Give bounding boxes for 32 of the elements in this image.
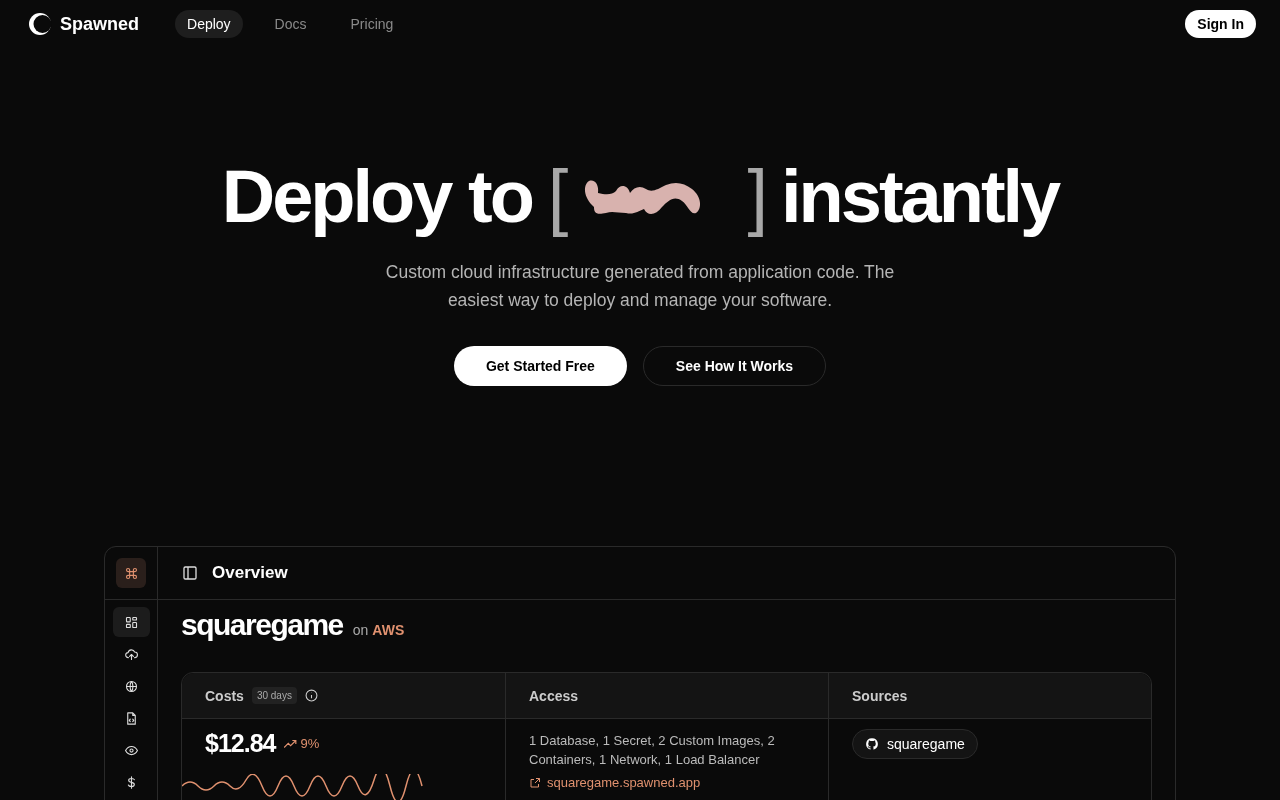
- column-title: Access: [529, 687, 579, 704]
- project-name: squaregame: [181, 608, 343, 642]
- command-icon: [123, 565, 139, 581]
- sidebar-toggle-icon[interactable]: [182, 565, 198, 581]
- grid-icon: [123, 614, 139, 630]
- page-title: Overview: [212, 563, 288, 583]
- provider-label: AWS: [372, 622, 405, 638]
- period-badge: 30 days: [251, 687, 297, 704]
- subtitle: Custom cloud infrastructure generated from application code. The easiest way to deploy and manage your software.: [384, 261, 896, 312]
- logo-icon: [28, 12, 52, 36]
- how-it-works-button[interactable]: See How It Works: [642, 346, 827, 386]
- repo-chip[interactable]: squaregame: [852, 729, 978, 759]
- on-label: on: [352, 622, 369, 638]
- resources-text: 1 Database, 1 Secret, 2 Custom Images, 2 Containers, 1 Network, 1 Load Balancer: [529, 732, 776, 769]
- cloud-icon: [123, 646, 139, 662]
- sign-in-button[interactable]: Sign In: [1185, 10, 1256, 38]
- nav-link[interactable]: Pricing: [338, 10, 406, 38]
- rail-item[interactable]: [112, 607, 150, 637]
- command-button[interactable]: [116, 558, 146, 588]
- column-title: Costs: [205, 687, 244, 704]
- get-started-button[interactable]: Get Started Free: [453, 346, 627, 386]
- globe-icon: [123, 678, 139, 694]
- cost-amount: $12.84: [205, 729, 276, 758]
- brand-name: Spawned: [60, 13, 139, 35]
- column-title: Sources: [852, 687, 908, 704]
- github-icon: [865, 737, 879, 751]
- external-link-icon: [529, 776, 541, 789]
- nav-link[interactable]: Deploy: [175, 10, 243, 38]
- info-icon[interactable]: [304, 689, 318, 702]
- cost-change: 9%: [300, 736, 320, 751]
- nav-link[interactable]: Docs: [262, 10, 319, 38]
- app-link[interactable]: squaregame.spawned.app: [547, 775, 701, 790]
